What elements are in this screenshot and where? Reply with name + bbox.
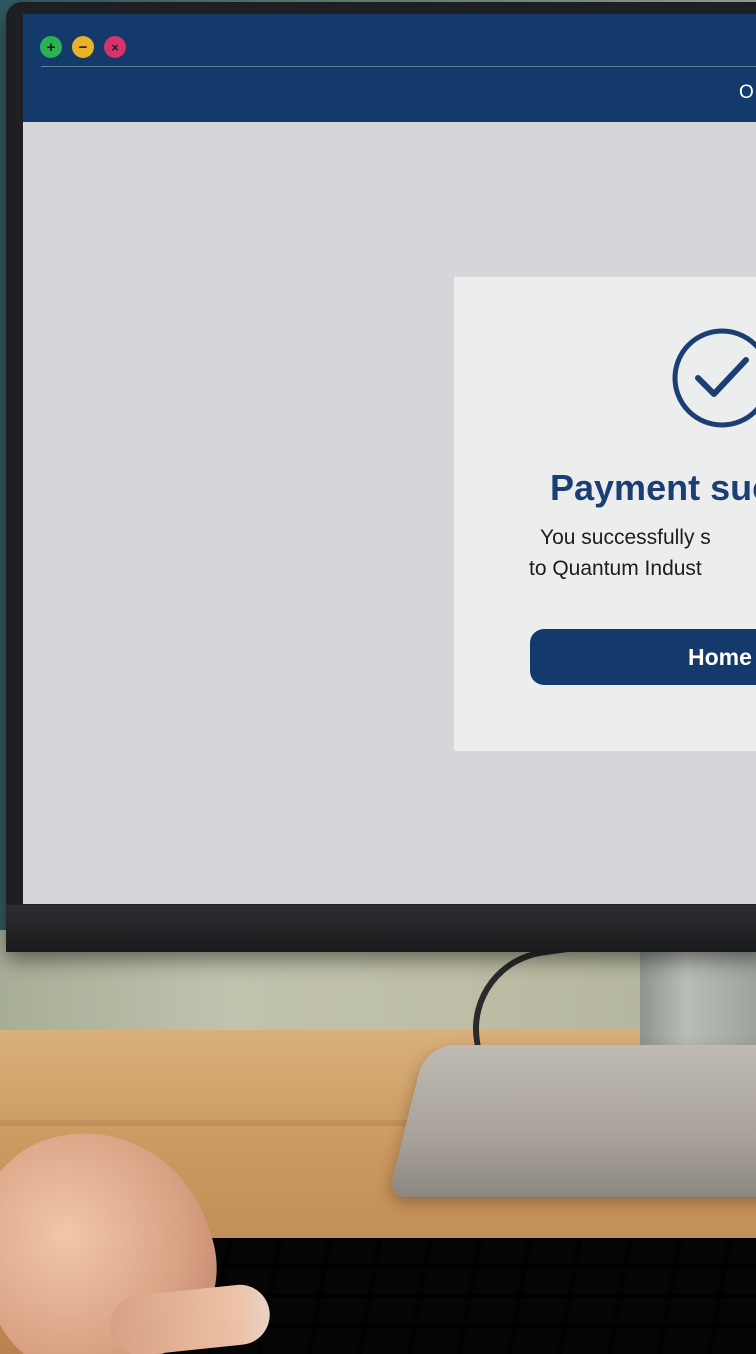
plus-icon: + xyxy=(46,38,56,56)
payment-success-card: Payment suc You successfully s to Quantu… xyxy=(454,277,756,751)
close-icon: × xyxy=(111,39,119,55)
zoom-window-button[interactable]: + xyxy=(40,36,62,58)
payment-success-message: You successfully s to Quantum Indust xyxy=(529,522,756,584)
monitor-stand-base xyxy=(388,1045,756,1197)
minimize-window-button[interactable]: − xyxy=(72,36,94,58)
monitor-screen: + − × O Payment suc You successfully s t… xyxy=(23,14,756,904)
monitor-chin xyxy=(6,905,756,952)
payment-success-title: Payment suc xyxy=(550,467,756,508)
minus-icon: − xyxy=(78,38,88,56)
app-header: + − × O xyxy=(23,14,756,122)
message-line-2: to Quantum Indust xyxy=(529,557,702,580)
close-window-button[interactable]: × xyxy=(104,36,126,58)
checkmark-circle-icon xyxy=(672,328,756,428)
header-nav-item[interactable]: O xyxy=(739,82,754,104)
message-line-1: You successfully s xyxy=(540,526,711,549)
home-button[interactable]: Home xyxy=(530,629,756,685)
header-divider xyxy=(41,66,756,67)
